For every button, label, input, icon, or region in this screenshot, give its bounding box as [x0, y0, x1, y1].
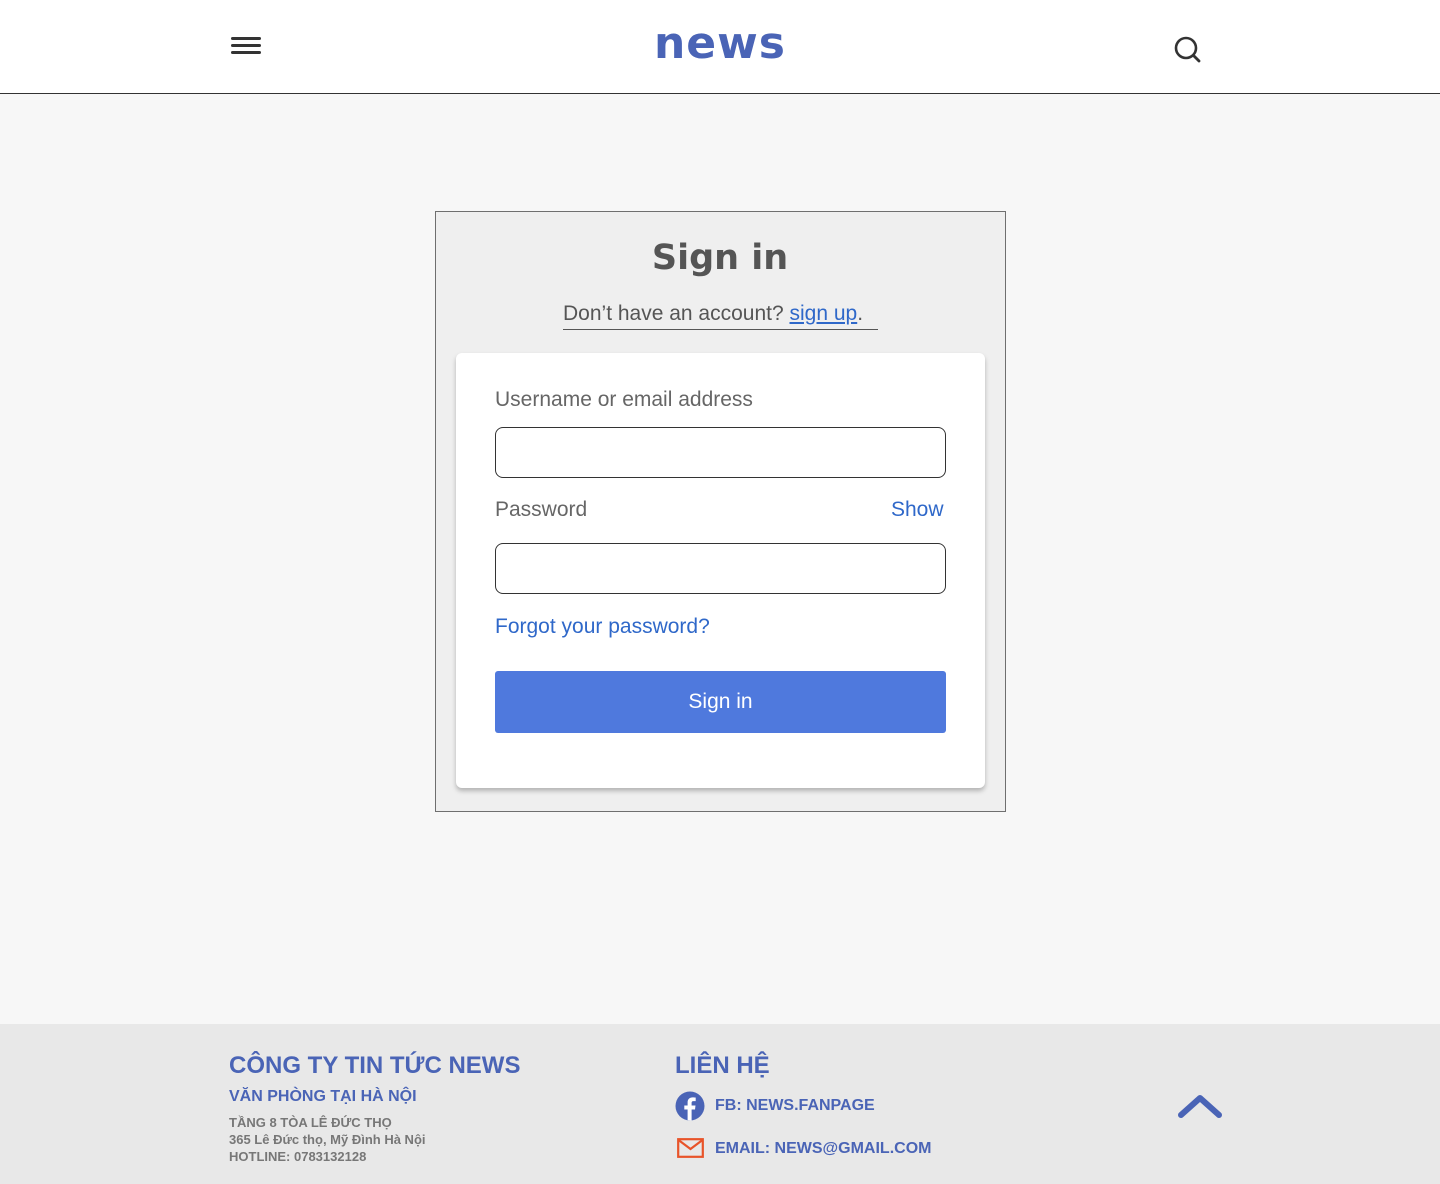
show-password-toggle[interactable]: Show [891, 498, 944, 522]
footer-address-line: 365 Lê Đức thọ, Mỹ Đình Hà Nội [229, 1132, 426, 1147]
username-label: Username or email address [495, 388, 753, 411]
footer-contact-title: LIÊN HỆ [675, 1052, 770, 1079]
footer-office: VĂN PHÒNG TẠI HÀ NỘI [229, 1088, 417, 1105]
password-label: Password [495, 498, 588, 521]
site-header: news [0, 0, 1440, 94]
footer-hotline: HOTLINE: 0783132128 [229, 1149, 367, 1164]
mail-icon[interactable] [677, 1138, 704, 1163]
forgot-password-link[interactable]: Forgot your password? [495, 615, 710, 639]
email-link[interactable]: EMAIL: NEWS@GMAIL.COM [715, 1140, 931, 1158]
hamburger-menu-icon[interactable] [229, 34, 263, 58]
search-icon[interactable] [1170, 33, 1204, 67]
chevron-up-icon[interactable] [1176, 1090, 1224, 1122]
logo-text[interactable]: news [654, 18, 786, 69]
password-input[interactable] [495, 543, 946, 594]
signup-prompt: Don’t have an account? sign up. [563, 302, 878, 330]
facebook-icon[interactable] [675, 1091, 705, 1126]
footer-company: CÔNG TY TIN TỨC NEWS [229, 1052, 521, 1079]
signin-title: Sign in [651, 238, 789, 278]
signin-button[interactable]: Sign in [495, 671, 946, 733]
facebook-link[interactable]: FB: NEWS.FANPAGE [715, 1097, 875, 1115]
no-account-text: Don’t have an account? [563, 302, 784, 325]
signup-suffix: . [857, 302, 864, 325]
footer-address-line: TẦNG 8 TÒA LÊ ĐỨC THỌ [229, 1115, 392, 1130]
site-logo: news [0, 18, 1440, 69]
username-input[interactable] [495, 427, 946, 478]
signup-link[interactable]: sign up [790, 302, 858, 325]
